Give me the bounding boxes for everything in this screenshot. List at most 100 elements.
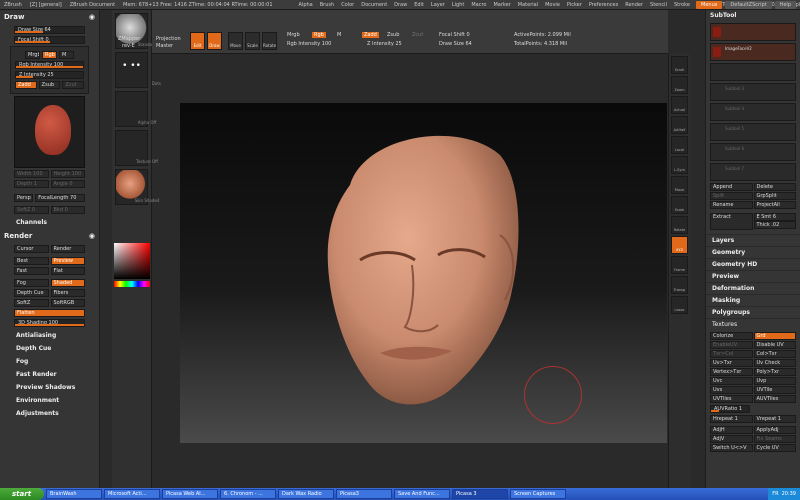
tb-rgb-intensity-slider[interactable]: Rgb Intensity 100	[287, 41, 331, 47]
focal-length-slider[interactable]: FocalLength 70	[35, 194, 85, 202]
right-section-geometry[interactable]: Geometry	[706, 246, 800, 258]
flat-button[interactable]: Flat	[50, 267, 85, 275]
grpsplit-button[interactable]: GrpSplit	[753, 192, 796, 200]
thick-slider[interactable]: Thick .02	[753, 221, 796, 229]
dock-scroll-button[interactable]: Scroll	[671, 56, 688, 74]
dock-rotate-button[interactable]: Rotate	[671, 216, 688, 234]
tb-draw-size-slider[interactable]: Draw Size 64	[439, 41, 472, 47]
menu-document[interactable]: Document	[361, 2, 387, 8]
dock-move-button[interactable]: Move	[671, 176, 688, 194]
delete-button[interactable]: Delete	[753, 183, 796, 191]
dock-frame-button[interactable]: Frame	[671, 256, 688, 274]
preview-button[interactable]: Preview	[50, 257, 85, 265]
menu-material[interactable]: Material	[518, 2, 538, 8]
subtool-item[interactable]: Subtool 3	[710, 83, 796, 101]
taskbar-item[interactable]: Dark Wax Radio	[278, 489, 334, 499]
poly-txr-button[interactable]: Poly>Txr	[753, 368, 796, 376]
angle-slider[interactable]: Angle 0	[50, 180, 85, 188]
applyadj-button[interactable]: ApplyAdj	[753, 426, 796, 434]
left-section-environment[interactable]: Environment	[0, 394, 99, 407]
persp-button[interactable]: Persp	[14, 194, 34, 202]
menu-alpha[interactable]: Alpha	[299, 2, 313, 8]
draw-size-slider[interactable]: Draw Size 64	[14, 26, 85, 34]
dock-transp-button[interactable]: Transp	[671, 276, 688, 294]
taskbar-item[interactable]: Picasa 3	[452, 489, 508, 499]
fix-seams-button[interactable]: Fix Seams	[753, 435, 796, 443]
render-button[interactable]: Render	[50, 245, 85, 253]
vertex-txr-button[interactable]: Vertex>Txr	[710, 368, 753, 376]
uvp-button[interactable]: Uvp	[753, 377, 796, 385]
adjh-slider[interactable]: AdjH	[710, 426, 753, 434]
menu-render[interactable]: Render	[625, 2, 643, 8]
uvc-button[interactable]: Uvc	[710, 377, 753, 385]
color-picker[interactable]	[114, 243, 150, 279]
enable-uv-button[interactable]: EnableUV	[710, 341, 753, 349]
dock-xyz-button[interactable]: XYZ	[671, 236, 688, 254]
material-skinshade-icon[interactable]: Skin Shade4	[115, 169, 159, 205]
z-intensity-slider[interactable]: Z Intensity 25	[15, 71, 84, 79]
rgb-intensity-slider[interactable]: Rgb Intensity 100	[15, 61, 84, 69]
subtool-item[interactable]: Subtool 6	[710, 143, 796, 161]
right-section-geometry-hd[interactable]: Geometry HD	[706, 258, 800, 270]
zmapper-button[interactable]: ZMapper	[118, 36, 140, 42]
taskbar-item[interactable]: Save And Func...	[394, 489, 450, 499]
render-close-icon[interactable]: ◉	[89, 232, 95, 240]
left-section-adjustments[interactable]: Adjustments	[0, 407, 99, 420]
fast-button[interactable]: Fast	[14, 267, 49, 275]
mrgb-button[interactable]: Mrgb	[25, 51, 40, 59]
taskbar-item[interactable]: Picasa Web Al...	[162, 489, 218, 499]
menu-brush[interactable]: Brush	[320, 2, 334, 8]
draw-mode-button[interactable]: Draw	[207, 32, 222, 50]
rename-button[interactable]: Rename	[710, 201, 753, 209]
menu-light[interactable]: Light	[452, 2, 464, 8]
projection-master-button[interactable]: Projection	[156, 36, 181, 42]
language-indicator[interactable]: FR	[772, 488, 778, 500]
txr-col-button[interactable]: Txr>Col	[710, 350, 753, 358]
menu-edit[interactable]: Edit	[414, 2, 424, 8]
menu-macro[interactable]: Macro	[471, 2, 486, 8]
split-button[interactable]: Split	[710, 192, 753, 200]
depth-cue-button[interactable]: Depth Cue	[14, 289, 49, 297]
grd-button[interactable]: Grd	[753, 332, 796, 340]
left-section-preview-shadows[interactable]: Preview Shadows	[0, 381, 99, 394]
uvs-button[interactable]: Uvs	[710, 386, 753, 394]
menu-preferences[interactable]: Preferences	[589, 2, 618, 8]
flatten-button[interactable]: Flatten	[14, 309, 85, 317]
fibers-button[interactable]: Fibers	[50, 289, 85, 297]
vrepeat-slider[interactable]: Vrepeat 1	[753, 415, 796, 423]
menu-movie[interactable]: Movie	[545, 2, 560, 8]
depth-slider[interactable]: Depth 1	[14, 180, 49, 188]
sculpted-head-model[interactable]	[320, 115, 530, 410]
softz-button[interactable]: SoftZ	[14, 299, 49, 307]
taskbar-item[interactable]: Picasa3	[336, 489, 392, 499]
uvtile-button[interactable]: UVTile	[753, 386, 796, 394]
auvtiles-button[interactable]: AUVTiles	[753, 395, 796, 403]
dock-local-button[interactable]: Local	[671, 136, 688, 154]
menu-picker[interactable]: Picker	[567, 2, 582, 8]
hrepeat-slider[interactable]: Hrepeat 1	[710, 415, 753, 423]
tb-zsub-button[interactable]: Zsub	[387, 32, 399, 38]
tb-focal-shift-slider[interactable]: Focal Shift 0	[439, 32, 470, 38]
dock-lasso-button[interactable]: Lasso	[671, 296, 688, 314]
zadd-button[interactable]: Zadd	[15, 81, 37, 89]
left-section-fast-render[interactable]: Fast Render	[0, 368, 99, 381]
fog-button[interactable]: Fog	[14, 279, 49, 287]
menus-button[interactable]: Menus	[696, 1, 723, 9]
tb-zcut-button[interactable]: Zcut	[412, 32, 423, 38]
uv-check-button[interactable]: Uv Check	[753, 359, 796, 367]
right-section-masking[interactable]: Masking	[706, 294, 800, 306]
dock-zoom-button[interactable]: Zoom	[671, 76, 688, 94]
append-button[interactable]: Append	[710, 183, 753, 191]
zsub-button[interactable]: Zsub	[38, 81, 61, 89]
taskbar-item[interactable]: 6. Chronom - ...	[220, 489, 276, 499]
extract-button[interactable]: Extract	[710, 213, 753, 230]
menu-color[interactable]: Color	[341, 2, 354, 8]
dock-l-sym-button[interactable]: L.Sym	[671, 156, 688, 174]
textures-section[interactable]: Textures	[706, 318, 800, 330]
alpha-off-icon[interactable]: Alpha Off	[115, 91, 156, 127]
cursor-button[interactable]: Cursor	[14, 245, 49, 253]
width-slider[interactable]: Width 100	[14, 170, 49, 178]
taskbar-item[interactable]: Screen Captures	[510, 489, 566, 499]
softrgb-button[interactable]: SoftRGB	[50, 299, 85, 307]
menu-marker[interactable]: Marker	[493, 2, 510, 8]
